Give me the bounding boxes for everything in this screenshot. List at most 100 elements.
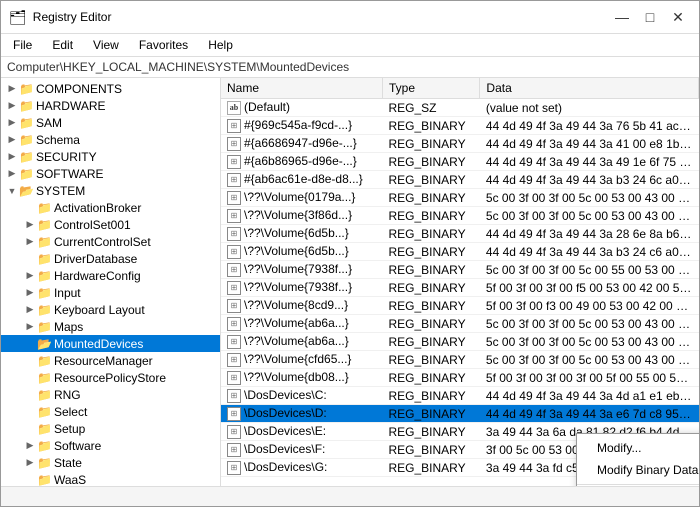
tree-item-select[interactable]: Select	[1, 403, 220, 420]
col-type[interactable]: Type	[383, 78, 480, 99]
tree-label-keyboardlayout: Keyboard Layout	[54, 303, 145, 317]
reg-bin-icon: ⊞	[227, 137, 241, 151]
reg-bin-icon: ⊞	[227, 461, 241, 475]
tree-label-resourcemanager: ResourceManager	[54, 354, 153, 368]
tree-item-currentcontrolset[interactable]: CurrentControlSet	[1, 233, 220, 250]
reg-bin-icon: ⊞	[227, 155, 241, 169]
table-row[interactable]: ⊞\??\Volume{ab6a...} REG_BINARY 5c 00 3f…	[221, 315, 699, 333]
tree-label-state: State	[54, 456, 82, 470]
cell-type: REG_BINARY	[383, 207, 480, 225]
table-row[interactable]: ⊞\??\Volume{0179a...} REG_BINARY 5c 00 3…	[221, 189, 699, 207]
tree-item-security[interactable]: SECURITY	[1, 148, 220, 165]
tree-panel[interactable]: COMPONENTS HARDWARE SAM Schema SECURITY	[1, 78, 221, 486]
menu-file[interactable]: File	[5, 36, 40, 54]
tree-label-rng: RNG	[54, 388, 81, 402]
menu-view[interactable]: View	[85, 36, 127, 54]
folder-icon-components	[19, 81, 34, 96]
tree-item-hardware[interactable]: HARDWARE	[1, 97, 220, 114]
col-name[interactable]: Name	[221, 78, 383, 99]
tree-item-activationbroker[interactable]: ActivationBroker	[1, 199, 220, 216]
menu-favorites[interactable]: Favorites	[131, 36, 196, 54]
tree-item-system[interactable]: SYSTEM	[1, 182, 220, 199]
tree-item-sam[interactable]: SAM	[1, 114, 220, 131]
tree-arrow-sam	[5, 117, 19, 128]
cell-data: 44 4d 49 4f 3a 49 44 3a 49 1e 6f 75 83 8…	[480, 153, 699, 171]
tree-label-driverdatabase: DriverDatabase	[54, 252, 137, 266]
tree-item-input[interactable]: Input	[1, 284, 220, 301]
cell-name: ⊞\??\Volume{6d5b...}	[221, 225, 383, 243]
cell-type: REG_BINARY	[383, 261, 480, 279]
menu-edit[interactable]: Edit	[44, 36, 81, 54]
folder-icon-state	[37, 455, 52, 470]
cell-data: 44 4d 49 4f 3a 49 44 3a b3 24 c6 a0 4f 9…	[480, 243, 699, 261]
context-menu: Modify... Modify Binary Data... Delete R…	[576, 433, 699, 486]
cell-type: REG_BINARY	[383, 279, 480, 297]
cell-data: 5c 00 3f 00 3f 00 5c 00 55 00 53 00 42 0…	[480, 261, 699, 279]
detail-scroll[interactable]: Name Type Data ab(Default) REG_SZ (va	[221, 78, 699, 486]
table-row[interactable]: ⊞#{a6b86965-d96e-...} REG_BINARY 44 4d 4…	[221, 153, 699, 171]
tree-item-controlset001[interactable]: ControlSet001	[1, 216, 220, 233]
table-row[interactable]: ⊞\??\Volume{ab6a...} REG_BINARY 5c 00 3f…	[221, 333, 699, 351]
table-row[interactable]: ⊞\??\Volume{6d5b...} REG_BINARY 44 4d 49…	[221, 225, 699, 243]
tree-item-keyboardlayout[interactable]: Keyboard Layout	[1, 301, 220, 318]
window-title: Registry Editor	[33, 10, 112, 24]
tree-item-resourcepolicystore[interactable]: ResourcePolicyStore	[1, 369, 220, 386]
cell-name: ⊞\??\Volume{db08...}	[221, 369, 383, 387]
reg-bin-icon: ⊞	[227, 371, 241, 385]
menu-help[interactable]: Help	[200, 36, 241, 54]
folder-icon-system	[19, 183, 34, 198]
close-button[interactable]: ✕	[665, 7, 691, 27]
cell-type: REG_BINARY	[383, 351, 480, 369]
cell-data: 5c 00 3f 00 3f 00 5c 00 53 00 43 00 53 0…	[480, 189, 699, 207]
tree-item-state[interactable]: State	[1, 454, 220, 471]
table-row[interactable]: ⊞\DosDevices\D: REG_BINARY 44 4d 49 4f 3…	[221, 405, 699, 423]
table-row[interactable]: ⊞\??\Volume{3f86d...} REG_BINARY 5c 00 3…	[221, 207, 699, 225]
table-row[interactable]: ab(Default) REG_SZ (value not set)	[221, 99, 699, 117]
table-row[interactable]: ⊞\??\Volume{6d5b...} REG_BINARY 44 4d 49…	[221, 243, 699, 261]
reg-bin-icon: ⊞	[227, 425, 241, 439]
tree-item-waas[interactable]: WaaS	[1, 471, 220, 486]
col-data[interactable]: Data	[480, 78, 699, 99]
tree-item-resourcemanager[interactable]: ResourceManager	[1, 352, 220, 369]
tree-label-hardware: HARDWARE	[36, 99, 106, 113]
tree-item-components[interactable]: COMPONENTS	[1, 80, 220, 97]
cell-name: ⊞\??\Volume{ab6a...}	[221, 333, 383, 351]
tree-item-mounteddevices[interactable]: MountedDevices	[1, 335, 220, 352]
tree-item-maps[interactable]: Maps	[1, 318, 220, 335]
tree-item-setup[interactable]: Setup	[1, 420, 220, 437]
tree-label-setup: Setup	[54, 422, 85, 436]
context-menu-separator	[577, 484, 699, 485]
table-row[interactable]: ⊞\??\Volume{cfd65...} REG_BINARY 5c 00 3…	[221, 351, 699, 369]
context-menu-modify[interactable]: Modify...	[577, 437, 699, 459]
cell-type: REG_BINARY	[383, 405, 480, 423]
tree-arrow-hardwareconfig	[23, 270, 37, 281]
table-row[interactable]: ⊞#{ab6ac61e-d8e-d8...} REG_BINARY 44 4d …	[221, 171, 699, 189]
table-row[interactable]: ⊞#{a6686947-d96e-...} REG_BINARY 44 4d 4…	[221, 135, 699, 153]
tree-item-driverdatabase[interactable]: DriverDatabase	[1, 250, 220, 267]
table-row[interactable]: ⊞\??\Volume{7938f...} REG_BINARY 5c 00 3…	[221, 261, 699, 279]
title-controls: — □ ✕	[609, 7, 691, 27]
table-row[interactable]: ⊞\??\Volume{8cd9...} REG_BINARY 5f 00 3f…	[221, 297, 699, 315]
table-row[interactable]: ⊞\DosDevices\C: REG_BINARY 44 4d 49 4f 3…	[221, 387, 699, 405]
tree-label-software: SOFTWARE	[36, 167, 104, 181]
tree-item-software[interactable]: SOFTWARE	[1, 165, 220, 182]
tree-item-software-sys[interactable]: Software	[1, 437, 220, 454]
minimize-button[interactable]: —	[609, 7, 635, 27]
context-menu-modify-binary[interactable]: Modify Binary Data...	[577, 459, 699, 481]
table-row[interactable]: ⊞#{969c545a-f9cd-...} REG_BINARY 44 4d 4…	[221, 117, 699, 135]
tree-arrow-software	[5, 168, 19, 179]
reg-bin-icon: ⊞	[227, 407, 241, 421]
cell-data: 5c 00 3f 00 3f 00 5c 00 53 00 43 00 53 0…	[480, 315, 699, 333]
table-row[interactable]: ⊞\??\Volume{db08...} REG_BINARY 5f 00 3f…	[221, 369, 699, 387]
cell-type: REG_BINARY	[383, 189, 480, 207]
table-row[interactable]: ⊞\??\Volume{7938f...} REG_BINARY 5f 00 3…	[221, 279, 699, 297]
tree-item-rng[interactable]: RNG	[1, 386, 220, 403]
tree-arrow-controlset001	[23, 219, 37, 230]
maximize-button[interactable]: □	[637, 7, 663, 27]
tree-item-schema[interactable]: Schema	[1, 131, 220, 148]
reg-bin-icon: ⊞	[227, 245, 241, 259]
tree-item-hardwareconfig[interactable]: HardwareConfig	[1, 267, 220, 284]
cell-type: REG_BINARY	[383, 135, 480, 153]
cell-name: ⊞\??\Volume{cfd65...}	[221, 351, 383, 369]
cell-data: 44 4d 49 4f 3a 49 44 3a b3 24 6c a0 4f 9…	[480, 171, 699, 189]
